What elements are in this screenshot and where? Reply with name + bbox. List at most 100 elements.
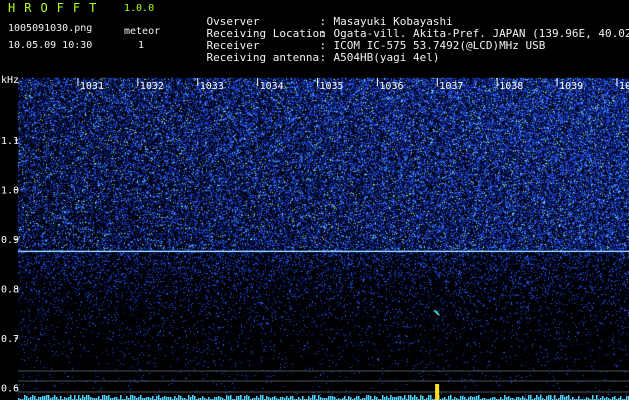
- fringe-tick: [344, 396, 346, 400]
- fringe-tick: [140, 395, 142, 400]
- fringe-tick: [448, 396, 450, 400]
- fringe-tick: [60, 396, 62, 400]
- frequency-tick-label: 0.8: [1, 285, 19, 296]
- fringe-tick: [312, 395, 314, 400]
- fringe-tick: [188, 395, 190, 400]
- fringe-tick: [546, 396, 548, 400]
- fringe-tick: [244, 396, 246, 400]
- time-tick-label: 1031: [80, 81, 104, 92]
- fringe-tick: [132, 395, 134, 400]
- info-value: A504HB(yagi 4el): [333, 51, 440, 64]
- meteor-burst: [435, 384, 440, 400]
- fringe-tick: [420, 395, 422, 400]
- fringe-tick: [478, 395, 480, 400]
- fringe-tick: [156, 396, 158, 400]
- fringe-tick: [614, 396, 616, 400]
- fringe-tick: [180, 396, 182, 400]
- fringe-tick: [44, 396, 46, 400]
- time-tick-label: 1036: [379, 81, 403, 92]
- fringe-tick: [274, 396, 276, 400]
- time-tick-label: 1032: [140, 81, 164, 92]
- fringe-tick: [358, 396, 360, 400]
- fringe-tick: [602, 396, 604, 400]
- fringe-tick: [332, 396, 334, 400]
- fringe-tick: [218, 396, 220, 400]
- fringe-tick: [88, 395, 90, 400]
- fringe-tick: [226, 395, 228, 400]
- fringe-tick: [74, 395, 76, 400]
- frequency-tick-label: 0.7: [1, 334, 19, 345]
- fringe-tick: [82, 395, 84, 400]
- frequency-tick-label: 0.9: [1, 235, 19, 246]
- fringe-tick: [596, 395, 598, 400]
- fringe-tick: [286, 396, 288, 400]
- meteor-count: 1: [138, 40, 145, 51]
- fringe-tick: [330, 396, 332, 400]
- noise-raster: [0, 70, 629, 400]
- fringe-tick: [550, 395, 552, 400]
- fringe-tick: [430, 395, 432, 400]
- time-tick-label: 1037: [439, 81, 463, 92]
- fringe-tick: [560, 395, 562, 400]
- image-filename: 1005091030.png: [8, 23, 93, 34]
- fringe-tick: [366, 395, 368, 400]
- fringe-tick: [508, 396, 510, 400]
- fringe-tick: [228, 396, 230, 400]
- fringe-tick: [34, 396, 36, 400]
- fringe-tick: [174, 396, 176, 400]
- fringe-tick: [400, 396, 402, 400]
- fringe-tick: [390, 395, 392, 400]
- fringe-tick: [290, 396, 292, 400]
- fringe-tick: [248, 396, 250, 400]
- fringe-tick: [240, 395, 242, 400]
- frequency-tick-label: 0.6: [1, 384, 19, 395]
- fringe-tick: [592, 395, 594, 400]
- fringe-tick: [460, 396, 462, 400]
- fringe-tick: [328, 396, 330, 400]
- fringe-tick: [450, 395, 452, 400]
- fringe-tick: [230, 395, 232, 400]
- fringe-tick: [126, 396, 128, 400]
- fringe-tick: [476, 396, 478, 400]
- fringe-tick: [562, 395, 564, 400]
- fringe-tick: [620, 396, 622, 400]
- fringe-tick: [348, 396, 350, 400]
- fringe-tick: [152, 396, 154, 400]
- fringe-tick: [414, 395, 416, 400]
- fringe-tick: [626, 396, 628, 400]
- fringe-tick: [178, 395, 180, 400]
- fringe-tick: [314, 395, 316, 400]
- fringe-tick: [374, 396, 376, 400]
- fringe-tick: [404, 395, 406, 400]
- meteor-label: meteor: [124, 26, 161, 37]
- fringe-tick: [528, 395, 530, 400]
- fringe-tick: [536, 395, 538, 400]
- fringe-tick: [108, 395, 110, 400]
- time-tick-label: 1038: [499, 81, 523, 92]
- timestamp: 10.05.09 10:30: [8, 40, 93, 51]
- time-tick-label: 1040: [619, 81, 629, 92]
- fringe-tick: [246, 395, 248, 400]
- fringe-tick: [42, 396, 44, 400]
- fringe-tick: [504, 395, 506, 400]
- fringe-tick: [194, 396, 196, 400]
- fringe-tick: [86, 395, 88, 400]
- fringe-tick: [292, 396, 294, 400]
- fringe-tick: [318, 395, 320, 400]
- fringe-tick: [102, 395, 104, 400]
- time-tick-label: 1035: [320, 81, 344, 92]
- fringe-tick: [48, 395, 50, 400]
- fringe-tick: [382, 395, 384, 400]
- fringe-tick: [32, 395, 34, 400]
- fringe-tick: [260, 395, 262, 400]
- spectrogram-noise: [0, 70, 629, 400]
- fringe-tick: [98, 396, 100, 400]
- fringe-tick: [356, 396, 358, 400]
- frequency-unit: kHz: [1, 75, 19, 86]
- time-tick-label: 1039: [559, 81, 583, 92]
- fringe-tick: [192, 395, 194, 400]
- fringe-tick: [548, 395, 550, 400]
- fringe-tick: [236, 396, 238, 400]
- fringe-tick: [70, 395, 72, 400]
- app-version: 1.0.0: [124, 3, 155, 14]
